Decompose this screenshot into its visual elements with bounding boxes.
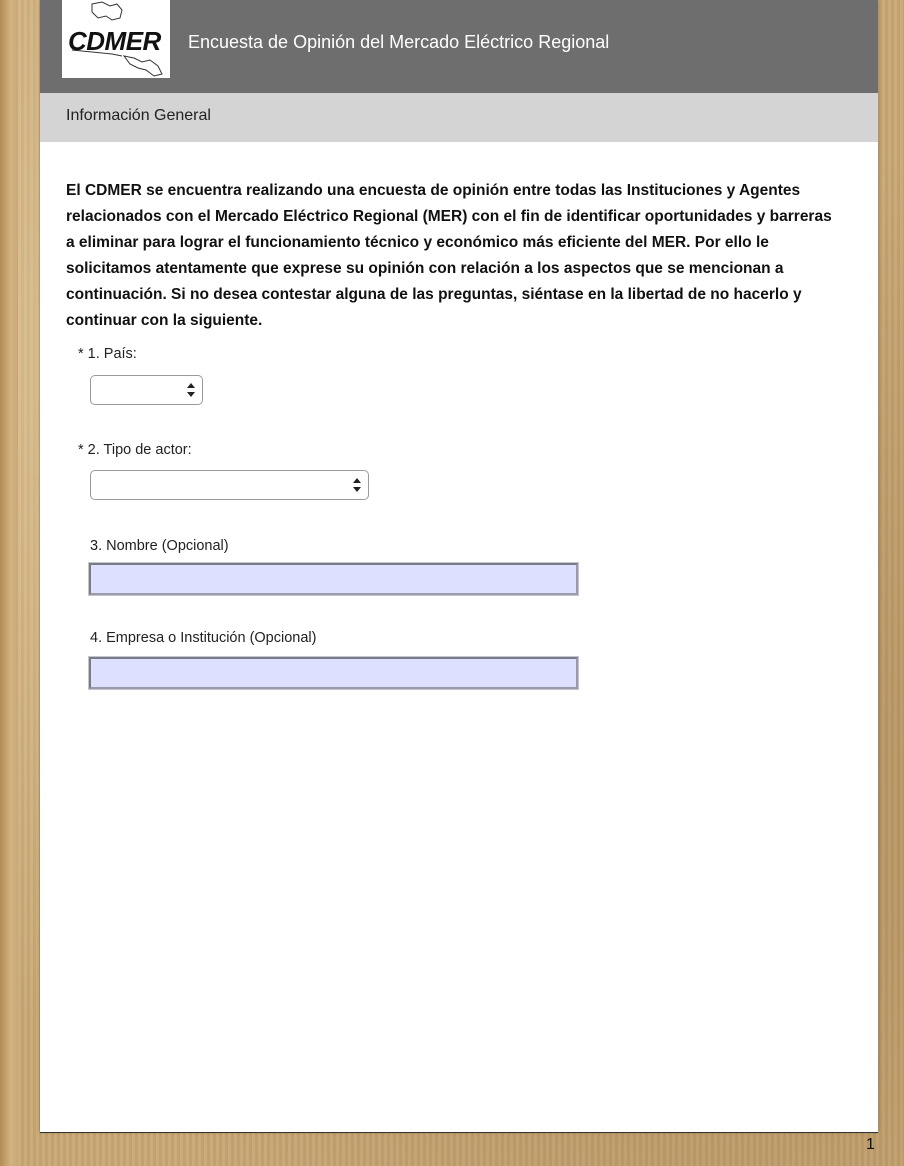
section-title: Información General bbox=[66, 107, 211, 124]
section-header: Información General bbox=[40, 93, 878, 142]
question-1-label: * 1. País: bbox=[78, 346, 137, 362]
select-arrows-icon bbox=[353, 478, 361, 492]
question-2-label: * 2. Tipo de actor: bbox=[78, 442, 192, 458]
actor-type-select[interactable] bbox=[90, 470, 369, 500]
company-field[interactable] bbox=[88, 656, 579, 690]
page-divider bbox=[40, 1132, 878, 1133]
page-number: 1 bbox=[866, 1136, 875, 1153]
survey-header: CDMER Encuesta de Opinión del Mercado El… bbox=[40, 0, 878, 93]
question-4-label: 4. Empresa o Institución (Opcional) bbox=[90, 630, 317, 646]
survey-title: Encuesta de Opinión del Mercado Eléctric… bbox=[188, 32, 610, 52]
name-field[interactable] bbox=[88, 562, 579, 596]
intro-text: El CDMER se encuentra realizando una enc… bbox=[66, 182, 832, 329]
background-edge bbox=[0, 0, 18, 1166]
country-select[interactable] bbox=[90, 375, 203, 405]
logo-text: CDMER bbox=[68, 26, 161, 56]
cdmer-logo: CDMER bbox=[62, 0, 170, 78]
select-arrows-icon bbox=[187, 383, 195, 397]
question-3-label: 3. Nombre (Opcional) bbox=[90, 538, 229, 554]
survey-page: CDMER Encuesta de Opinión del Mercado El… bbox=[40, 0, 878, 1132]
